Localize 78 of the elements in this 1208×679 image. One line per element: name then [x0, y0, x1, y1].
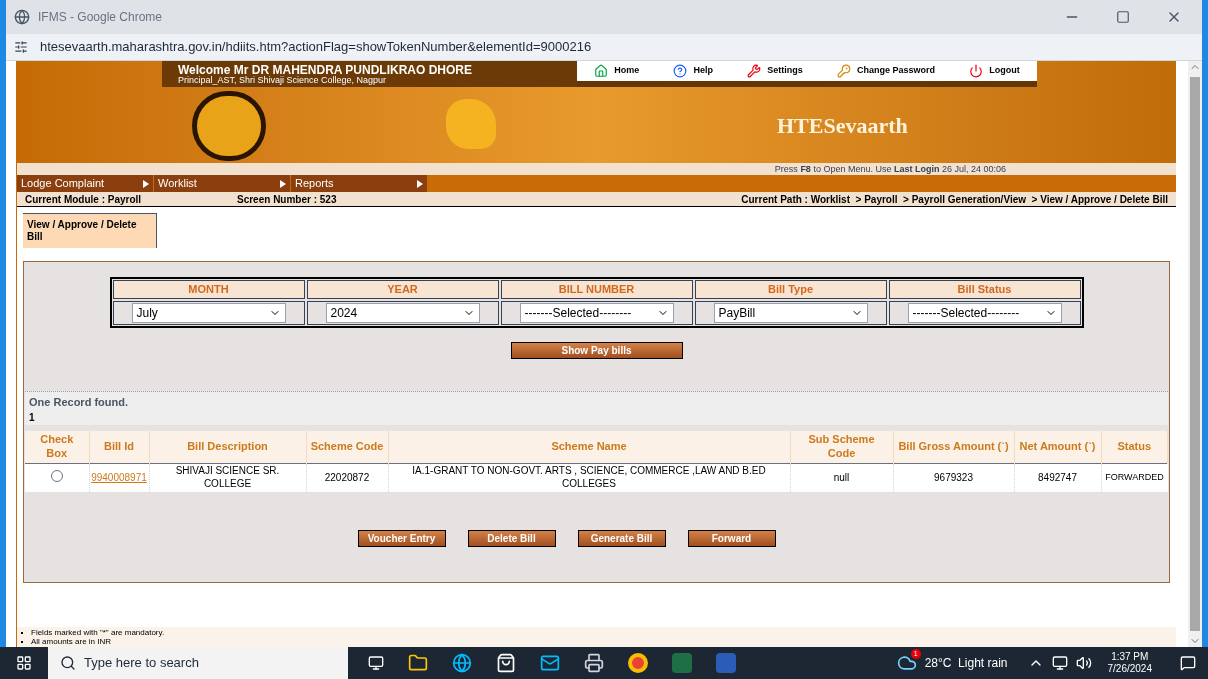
globe-icon: [14, 9, 30, 25]
column-header: Check Box: [25, 430, 89, 464]
dropdown[interactable]: -------Selected--------: [519, 302, 674, 323]
action-button[interactable]: Voucher Entry: [357, 529, 446, 547]
welcome-text: Welcome Mr DR MAHENDRA PUNDLIKRAO DHORE: [178, 63, 474, 76]
power-icon: [969, 64, 984, 78]
menu-item[interactable]: Reports: [291, 175, 428, 192]
module-label: Current Module : Payroll: [25, 192, 143, 207]
mail-icon[interactable]: [540, 653, 560, 673]
clock-time[interactable]: 1:37 PM: [1111, 650, 1149, 663]
arrow-icon: [417, 179, 423, 188]
footer-note: Fields marked with "*" are mandatory.: [31, 628, 165, 637]
page-number: 1: [29, 411, 36, 425]
filter-label: BILL NUMBER: [500, 280, 693, 299]
table-cell: 9679323: [893, 463, 1014, 492]
settings-icon: [747, 64, 762, 78]
table-cell: 22020872: [306, 463, 388, 492]
taskbar-search[interactable]: Type here to search: [48, 647, 348, 679]
notifications-icon[interactable]: [1180, 655, 1196, 671]
brand-title: HTESevaarth: [777, 111, 908, 140]
breadcrumb: Current Path : Worklist > Payroll > Payroll Generation/View > View / Approve / Delete Bill: [741, 192, 1168, 207]
show-pay-bills-button[interactable]: Show Pay bills: [510, 341, 683, 359]
column-header: Status: [1101, 430, 1168, 464]
weather-icon: [896, 653, 917, 673]
store-icon[interactable]: [496, 653, 516, 673]
browser-icon[interactable]: [452, 653, 472, 673]
site-settings-icon[interactable]: [14, 40, 28, 54]
weather-text[interactable]: 28°C Light rain: [924, 654, 1008, 672]
filter-label: Bill Type: [694, 280, 887, 299]
filter-label: Bill Status: [888, 280, 1081, 299]
nav-link[interactable]: Help: [673, 64, 713, 78]
nav-link[interactable]: Change Password: [837, 64, 936, 78]
column-header: Bill Gross Amount (`): [893, 430, 1014, 464]
nav-link[interactable]: Settings: [747, 64, 803, 78]
column-header: Net Amount (`): [1014, 430, 1101, 464]
dropdown[interactable]: PayBill: [713, 302, 868, 323]
help-icon: [673, 64, 688, 78]
key-icon: [837, 64, 852, 78]
column-header: Scheme Name: [388, 430, 790, 464]
table-cell: FORWARDED: [1101, 463, 1168, 492]
column-header: Sub Scheme Code: [790, 430, 893, 464]
login-hint: Press F8 to Open Menu. Use Last Login 26 Jul, 24 00:06: [774, 164, 1006, 174]
table-cell: 8492747: [1014, 463, 1101, 492]
task-view-icon[interactable]: [368, 655, 384, 671]
nav-link[interactable]: Logout: [969, 64, 1020, 78]
filter-label: MONTH: [112, 280, 305, 299]
menu-item[interactable]: Worklist: [154, 175, 291, 192]
filter-label: YEAR: [306, 280, 499, 299]
footer-note: All amounts are in INR: [31, 637, 112, 646]
dropdown[interactable]: July: [131, 302, 286, 323]
maximize-icon[interactable]: [1116, 10, 1130, 24]
table-cell: SHIVAJI SCIENCE SR. COLLEGE: [149, 463, 306, 492]
action-button[interactable]: Generate Bill: [577, 529, 666, 547]
column-header: Scheme Code: [306, 430, 388, 464]
screen-number: Screen Number : 523: [237, 192, 337, 207]
printer-icon[interactable]: [584, 653, 604, 673]
windows-start-icon[interactable]: [16, 655, 32, 671]
home-icon: [594, 64, 609, 78]
nav-link[interactable]: Home: [594, 64, 640, 78]
search-icon: [60, 655, 76, 671]
action-button[interactable]: Delete Bill: [467, 529, 556, 547]
table-cell: null: [790, 463, 893, 492]
records-message: One Record found.: [29, 394, 129, 410]
dropdown[interactable]: 2024: [325, 302, 480, 323]
clock-date[interactable]: 7/26/2024: [1107, 663, 1152, 676]
volume-icon[interactable]: [1075, 655, 1092, 671]
menu-item[interactable]: Lodge Complaint: [17, 175, 154, 192]
dropdown[interactable]: -------Selected--------: [907, 302, 1062, 323]
action-button[interactable]: Forward: [687, 529, 776, 547]
designation-text: Principal_AST, Shri Shivaji Science College, Nagpur: [178, 75, 388, 85]
column-header: Bill Id: [89, 430, 149, 464]
arrow-icon: [280, 179, 286, 188]
window-title: IFMS - Google Chrome: [38, 9, 163, 26]
folder-icon[interactable]: [408, 653, 428, 673]
arrow-icon: [143, 179, 149, 188]
column-header: Bill Description: [149, 430, 306, 464]
table-cell: IA.1-GRANT TO NON-GOVT. ARTS , SCIENCE, COMMERCE ,LAW AND B.ED COLLEGES: [388, 463, 790, 492]
tab[interactable]: View / Approve / Delete Bill: [23, 213, 157, 248]
